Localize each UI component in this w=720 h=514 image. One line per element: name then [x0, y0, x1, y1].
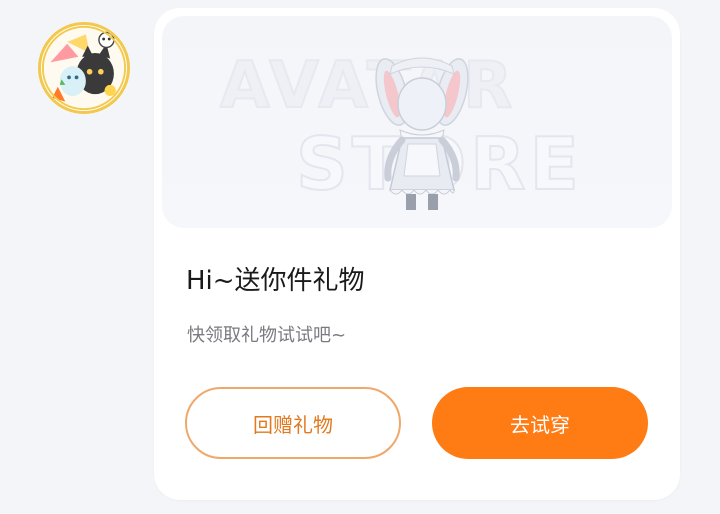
- outfit-figure-illustration: [375, 57, 469, 210]
- gift-card: AVATAR STORE: [154, 8, 680, 500]
- avatar[interactable]: [38, 22, 130, 114]
- gift-subtitle: 快领取礼物试试吧~: [187, 325, 347, 346]
- outfit-figure: [362, 48, 482, 212]
- try-on-label: 去试穿: [510, 412, 570, 437]
- gift-title: Hi~送你件礼物: [186, 266, 365, 296]
- try-on-button[interactable]: 去试穿: [432, 387, 648, 459]
- avatar-illustration: [41, 25, 127, 111]
- chat-page: AVATAR STORE: [0, 0, 720, 514]
- return-gift-button[interactable]: 回赠礼物: [185, 387, 401, 459]
- gift-banner: AVATAR STORE: [162, 16, 672, 228]
- return-gift-label: 回赠礼物: [253, 412, 333, 437]
